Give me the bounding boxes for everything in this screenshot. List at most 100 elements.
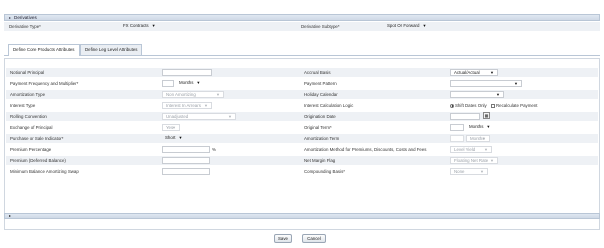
premium-percentage-label: Premium Percentage <box>10 147 52 152</box>
derivative-subtype-value: Spot Or Forward <box>387 23 420 28</box>
minimum-balance-amortizing-swap-input[interactable] <box>162 168 210 175</box>
compounding-basis-value: None <box>454 169 465 174</box>
derivatives-section-header[interactable]: ▸ Derivatives <box>4 14 600 21</box>
notional-principal-input[interactable] <box>162 69 212 76</box>
derivative-type-select[interactable]: FX Contracts ▼ <box>120 23 190 30</box>
payment-frequency-label: Payment Frequency and Multiplier* <box>10 81 79 86</box>
interest-type-value: Interest In Arrears <box>166 103 201 108</box>
rolling-convention-label: Rolling Convention <box>10 114 47 119</box>
payment-frequency-input[interactable] <box>162 80 174 87</box>
collapsed-section-header[interactable]: ▸ <box>4 213 600 219</box>
form-row: Amortization Type Non Amortizing ▼ Holida… <box>6 90 598 99</box>
origination-date-input[interactable] <box>450 113 480 120</box>
rolling-convention-select[interactable]: Unadjusted ▼ <box>162 113 236 120</box>
form-row: Exchange of Principal Yes ▼ Original Term… <box>6 123 598 132</box>
accrual-basis-value: Actual/Actual <box>454 70 480 75</box>
notional-principal-label: Notional Principal <box>10 70 45 75</box>
amortization-type-label: Amortization Type <box>10 92 46 97</box>
core-attributes-panel: Notional Principal Accrual Basis Actual/… <box>4 58 600 230</box>
form-row: Interest Type Interest In Arrears ▼ Inter… <box>6 101 598 110</box>
premium-deferred-balance-label: Premium (Deferred Balance) <box>10 158 66 163</box>
rolling-convention-value: Unadjusted <box>166 114 189 119</box>
save-button[interactable]: Save <box>274 234 292 243</box>
shift-dates-only-option[interactable]: Shift Dates Only <box>450 103 487 108</box>
chevron-down-icon: ▼ <box>178 135 183 140</box>
original-term-label: Original Term* <box>304 125 332 130</box>
accrual-basis-select[interactable]: Actual/Actual ▼ <box>450 69 498 76</box>
original-term-unit-select[interactable]: Months ▼ <box>466 124 500 131</box>
chevron-down-icon: ▼ <box>480 169 484 174</box>
chevron-down-icon: ▼ <box>482 136 486 141</box>
purchase-sale-indicator-value: Short <box>165 135 176 140</box>
radio-selected-icon[interactable] <box>450 103 454 108</box>
premium-percentage-input[interactable] <box>162 146 210 153</box>
amortization-term-unit-select[interactable]: Months ▼ <box>466 135 490 142</box>
holiday-calendar-select[interactable]: ▼ <box>450 91 504 98</box>
chevron-down-icon: ▼ <box>484 147 488 152</box>
form-row: Purchase or Sale Indicator* Short ▼ Amort… <box>6 134 598 143</box>
amortization-term-input[interactable] <box>450 135 464 142</box>
exchange-of-principal-label: Exchange of Principal <box>10 125 53 130</box>
chevron-down-icon: ▼ <box>486 124 491 129</box>
holiday-calendar-label: Holiday Calendar <box>304 92 338 97</box>
origination-date-label: Origination Date <box>304 114 336 119</box>
payment-pattern-select[interactable]: ▼ <box>450 80 522 87</box>
chevron-down-icon: ▼ <box>216 92 220 97</box>
payment-pattern-label: Payment Pattern <box>304 81 337 86</box>
chevron-down-icon: ▼ <box>196 80 201 85</box>
purchase-sale-indicator-label: Purchase or Sale Indicator* <box>10 136 64 141</box>
recalculate-payment-label: Recalculate Payment <box>496 103 538 108</box>
chevron-down-icon: ▼ <box>204 103 208 108</box>
expand-arrow-icon[interactable]: ▸ <box>9 213 11 218</box>
derivative-subtype-select[interactable]: Spot Or Forward ▼ <box>384 23 454 30</box>
percent-suffix: % <box>212 147 216 152</box>
amortization-type-select[interactable]: Non Amortizing ▼ <box>162 91 224 98</box>
chevron-down-icon: ▼ <box>228 114 232 119</box>
expand-arrow-icon[interactable]: ▸ <box>9 15 11 20</box>
derivative-type-row: Derivative Type* FX Contracts ▼ Derivativ… <box>4 22 600 31</box>
amortization-method-select[interactable]: Level Yield ▼ <box>450 146 492 153</box>
cancel-button[interactable]: Cancel <box>302 234 326 243</box>
derivative-type-value: FX Contracts <box>123 23 149 28</box>
derivative-type-label: Derivative Type* <box>9 24 41 29</box>
tab-core-products[interactable]: Define Core Products Attributes <box>8 44 80 56</box>
premium-deferred-balance-input[interactable] <box>162 157 210 164</box>
interest-calculation-logic-label: Interest Calculation Logic <box>304 103 354 108</box>
compounding-basis-select[interactable]: None ▼ <box>450 168 488 175</box>
tab-leg-level[interactable]: Define Leg Level Attributes <box>80 44 143 55</box>
recalculate-payment-option[interactable]: Recalculate Payment <box>491 103 538 108</box>
amortization-method-label: Amortization Method for Premiums, Discou… <box>304 147 427 152</box>
chevron-down-icon: ▼ <box>490 158 494 163</box>
attribute-tabs: Define Core Products Attributes Define L… <box>4 42 600 56</box>
form-row: Premium Percentage % Amortization Method… <box>6 145 598 154</box>
chevron-down-icon: ▼ <box>490 70 494 75</box>
chevron-down-icon: ▼ <box>172 125 176 130</box>
form-row: Minimum Balance Amortizing Swap Compound… <box>6 167 598 176</box>
chevron-down-icon: ▼ <box>496 92 500 97</box>
payment-frequency-unit-select[interactable]: Months ▼ <box>176 80 216 87</box>
original-term-input[interactable] <box>450 124 464 131</box>
minimum-balance-amortizing-swap-label: Minimum Balance Amortizing Swap <box>10 169 79 174</box>
form-row: Payment Frequency and Multiplier* Months… <box>6 79 598 88</box>
exchange-of-principal-select[interactable]: Yes ▼ <box>162 124 180 131</box>
interest-type-select[interactable]: Interest In Arrears ▼ <box>162 102 212 109</box>
amortization-method-value: Level Yield <box>454 147 476 152</box>
form-row: Notional Principal Accrual Basis Actual/… <box>6 68 598 77</box>
interest-type-label: Interest Type <box>10 103 36 108</box>
accrual-basis-label: Accrual Basis <box>304 70 331 75</box>
checkbox-icon[interactable] <box>491 103 495 108</box>
amortization-type-value: Non Amortizing <box>166 92 196 97</box>
net-margin-flag-select[interactable]: Floating Net Rate ▼ <box>450 157 498 164</box>
chevron-down-icon: ▼ <box>422 23 427 28</box>
chevron-down-icon: ▼ <box>514 81 518 86</box>
form-row: Rolling Convention Unadjusted ▼ Originati… <box>6 112 598 121</box>
calendar-icon[interactable]: ▦ <box>483 112 490 119</box>
compounding-basis-label: Compounding Basis* <box>304 169 346 174</box>
derivative-subtype-label: Derivative Subtype* <box>301 24 340 29</box>
chevron-down-icon: ▼ <box>151 23 156 28</box>
purchase-sale-indicator-select[interactable]: Short ▼ <box>162 135 192 142</box>
original-term-unit-value: Months <box>469 124 484 129</box>
section-title: Derivatives <box>14 15 37 20</box>
net-margin-flag-label: Net Margin Flag <box>304 158 336 163</box>
net-margin-flag-value: Floating Net Rate <box>454 158 489 163</box>
